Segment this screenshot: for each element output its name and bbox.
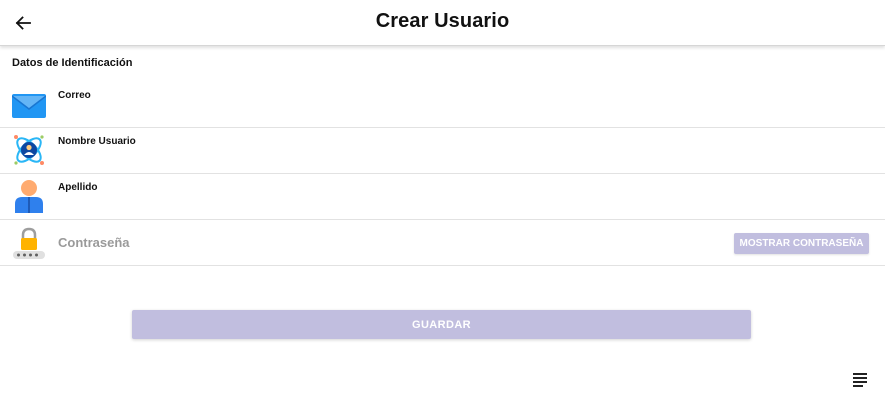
- create-user-screen: Crear Usuario Datos de Identificación Co…: [0, 0, 885, 401]
- username-label: Nombre Usuario: [58, 136, 136, 147]
- user-atom-icon: [14, 135, 44, 165]
- username-field[interactable]: Nombre Usuario: [0, 128, 885, 174]
- app-bar: Crear Usuario: [0, 0, 885, 46]
- section-title: Datos de Identificación: [12, 57, 133, 69]
- email-label: Correo: [58, 90, 91, 101]
- password-input[interactable]: [58, 235, 658, 250]
- text-lines-icon[interactable]: [851, 372, 869, 388]
- show-password-button[interactable]: MOSTRAR CONTRASEÑA: [734, 233, 869, 254]
- save-button[interactable]: GUARDAR: [132, 310, 751, 339]
- person-icon: [15, 180, 43, 213]
- page-title: Crear Usuario: [375, 10, 510, 32]
- padlock-icon: [13, 227, 45, 259]
- lastname-field[interactable]: Apellido: [0, 174, 885, 220]
- email-field[interactable]: Correo: [0, 81, 885, 128]
- envelope-icon: [12, 94, 46, 118]
- lastname-label: Apellido: [58, 182, 98, 193]
